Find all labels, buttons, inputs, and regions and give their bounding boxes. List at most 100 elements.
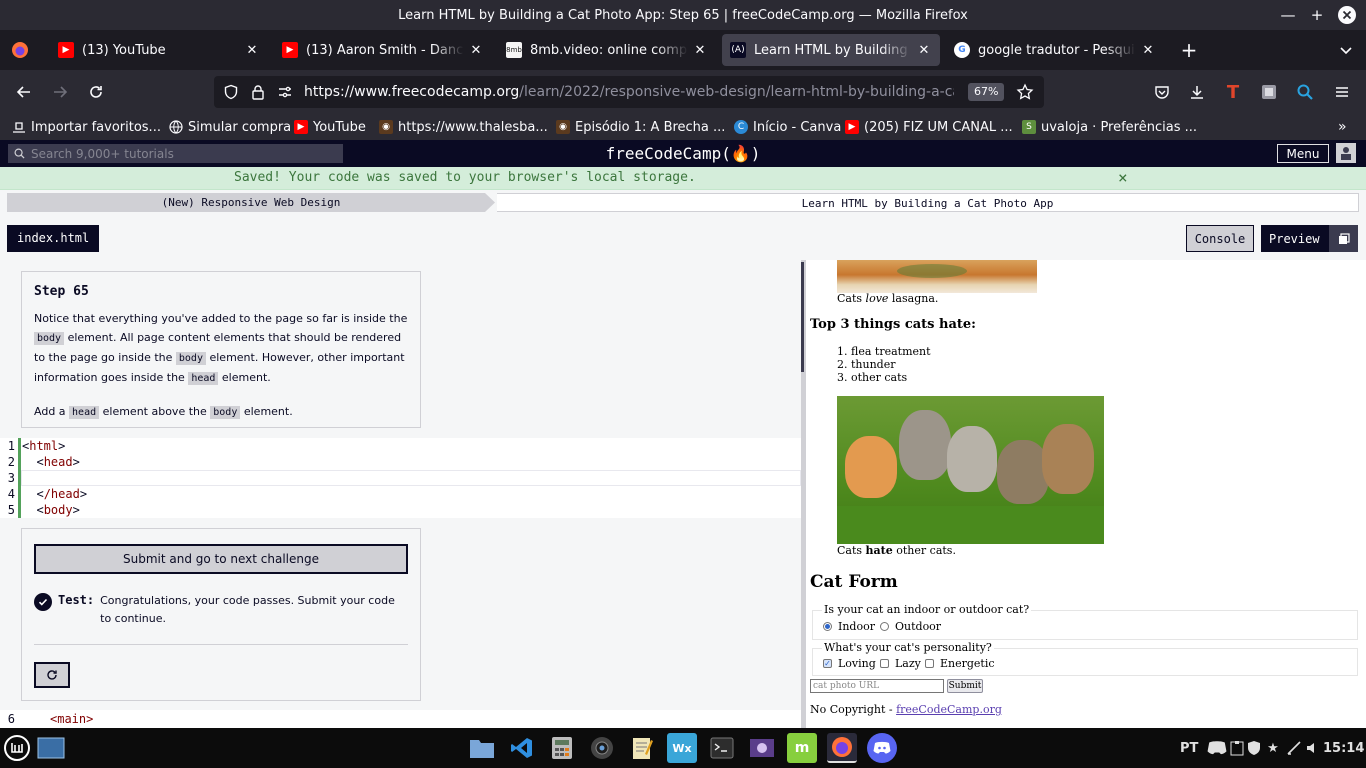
radio-checked[interactable] <box>823 622 832 631</box>
bookmark-fiz-um-canal[interactable]: ▶ (205) FIZ UM CANAL ... <box>845 118 1013 136</box>
checkbox-unchecked[interactable] <box>880 659 889 668</box>
video-app[interactable] <box>747 733 777 763</box>
wps-app[interactable]: Wx <box>667 733 697 763</box>
tab-8mb-video[interactable]: 8mb 8mb.video: online compress ✕ <box>498 34 716 66</box>
zoom-level[interactable]: 67% <box>968 83 1005 101</box>
tab-youtube[interactable]: ▶ (13) YouTube ✕ <box>50 34 268 66</box>
tab-close-icon[interactable]: ✕ <box>692 43 708 58</box>
file-tab-index-html[interactable]: index.html <box>7 225 100 252</box>
vscode-app[interactable] <box>507 733 537 763</box>
code-line[interactable]: 3 <box>0 470 801 486</box>
preview-pane: Cats love lasagna. Top 3 things cats hat… <box>806 260 1366 728</box>
scrollbar-thumb[interactable] <box>801 262 804 372</box>
divider <box>34 644 408 645</box>
user-avatar[interactable] <box>1336 143 1356 163</box>
extension-photo-button[interactable] <box>1255 78 1283 106</box>
files-app[interactable] <box>467 733 497 763</box>
text-editor-app[interactable] <box>627 733 657 763</box>
tab-close-icon[interactable]: ✕ <box>468 43 484 58</box>
preview-label: Preview <box>1269 231 1320 246</box>
app-menu-button[interactable] <box>1328 78 1356 106</box>
pocket-button[interactable] <box>1148 78 1176 106</box>
maximize-button[interactable]: + <box>1302 0 1332 30</box>
code-editor[interactable]: 1 <html> 2 <head> 3 4 </head> 5 <body> <box>0 438 801 518</box>
mint-menu-button[interactable] <box>2 733 32 763</box>
network-tray-icon[interactable] <box>1285 738 1303 758</box>
mint-update-app[interactable]: m <box>787 733 817 763</box>
breadcrumb-block[interactable]: Learn HTML by Building a Cat Photo App <box>497 193 1359 212</box>
code-line[interactable]: 5 <body> <box>0 502 801 518</box>
more-bookmarks-button[interactable]: » <box>1338 118 1347 136</box>
clipboard-tray-icon[interactable] <box>1229 738 1245 758</box>
webcam-app[interactable] <box>587 733 617 763</box>
code-line[interactable]: 1 <html> <box>0 438 801 454</box>
fcc-link[interactable]: freeCodeCamp.org <box>896 703 1002 716</box>
clock[interactable]: 15:14 <box>1323 738 1364 758</box>
pocket-icon <box>1155 86 1169 99</box>
bookmark-uvaloja[interactable]: S uvaloja · Preferências ... <box>1022 118 1197 136</box>
downloads-button[interactable] <box>1183 78 1211 106</box>
terminal-app[interactable] <box>707 733 737 763</box>
list-all-tabs-button[interactable] <box>1332 36 1360 64</box>
tab-strip: ▶ (13) YouTube ✕ ▶ (13) Aaron Smith - Da… <box>0 30 1366 70</box>
code-line[interactable]: 4 </head> <box>0 486 801 502</box>
new-tab-button[interactable]: + <box>1175 36 1203 64</box>
bookmark-canva[interactable]: C Início - Canva <box>734 118 841 136</box>
indoor-radio[interactable]: Indoor <box>823 620 875 633</box>
bookmark-star-icon[interactable] <box>1016 83 1034 101</box>
form-submit-button[interactable]: Submit <box>947 679 983 693</box>
submit-next-challenge-button[interactable]: Submit and go to next challenge <box>34 544 408 574</box>
popout-icon[interactable] <box>1329 225 1358 252</box>
breadcrumb-superblock[interactable]: (New) Responsive Web Design <box>7 193 495 212</box>
close-window-button[interactable] <box>1332 0 1362 30</box>
bookmark-simular-compra[interactable]: Simular compra <box>169 118 291 136</box>
url-bar[interactable]: https://www.freecodecamp.org/learn/2022/… <box>214 76 1044 108</box>
fcc-menu-button[interactable]: Menu <box>1277 144 1329 163</box>
fcc-search-input[interactable] <box>31 146 331 161</box>
firefox-view-button[interactable] <box>6 36 34 64</box>
forward-button[interactable] <box>46 78 74 106</box>
kittens-caption: Cats hate other cats. <box>837 544 956 557</box>
checkbox-checked[interactable]: ✓ <box>823 659 832 668</box>
calculator-app[interactable] <box>547 733 577 763</box>
firefox-app[interactable] <box>827 733 857 763</box>
extension-t-button[interactable]: T <box>1219 78 1247 106</box>
radio-unchecked[interactable] <box>880 622 889 631</box>
outdoor-radio[interactable]: Outdoor <box>880 620 941 633</box>
star-tray-icon[interactable]: ★ <box>1265 738 1281 758</box>
energetic-checkbox[interactable]: Energetic <box>925 657 995 670</box>
extension-search-button[interactable] <box>1291 78 1319 106</box>
code-line[interactable]: 2 <head> <box>0 454 801 470</box>
flash-close-icon[interactable]: × <box>1118 167 1128 190</box>
youtube-icon: ▶ <box>58 42 74 58</box>
code-line[interactable]: 6 <main> <box>0 710 801 728</box>
volume-tray-icon[interactable] <box>1305 738 1321 758</box>
tab-close-icon[interactable]: ✕ <box>916 43 932 58</box>
loving-checkbox[interactable]: ✓ Loving <box>823 657 876 670</box>
url-text[interactable]: https://www.freecodecamp.org/learn/2022/… <box>304 76 954 108</box>
reload-button[interactable] <box>82 78 110 106</box>
bookmark-episodio-1[interactable]: ◉ Episódio 1: A Brecha ... <box>556 118 725 136</box>
keyboard-layout[interactable]: PT <box>1180 738 1198 758</box>
tab-close-icon[interactable]: ✕ <box>244 43 260 58</box>
back-button[interactable] <box>10 78 38 106</box>
shield-tray-icon[interactable] <box>1246 738 1262 758</box>
console-button[interactable]: Console <box>1186 225 1254 252</box>
tab-aaron-smith[interactable]: ▶ (13) Aaron Smith - Dancin (K ✕ <box>274 34 492 66</box>
cat-photo-url-input[interactable] <box>810 679 944 693</box>
bookmark-thalesba[interactable]: ◉ https://www.thalesba... <box>379 118 548 136</box>
discord-tray-icon[interactable] <box>1207 738 1227 758</box>
discord-app[interactable] <box>867 733 897 763</box>
checkbox-unchecked[interactable] <box>925 659 934 668</box>
lazy-checkbox[interactable]: Lazy <box>880 657 921 670</box>
tab-freecodecamp[interactable]: (A) Learn HTML by Building a Ca ✕ <box>722 34 940 66</box>
tab-close-icon[interactable]: ✕ <box>1140 43 1156 58</box>
tab-google-tradutor[interactable]: G google tradutor - Pesquisa G ✕ <box>946 34 1164 66</box>
minimize-button[interactable]: — <box>1273 0 1303 30</box>
reset-button[interactable] <box>34 662 70 688</box>
bookmark-importar[interactable]: Importar favoritos... <box>12 118 161 136</box>
avatar-icon <box>1341 147 1351 160</box>
show-desktop-button[interactable] <box>36 733 66 763</box>
preview-button[interactable]: Preview <box>1261 225 1358 252</box>
bookmark-youtube[interactable]: ▶ YouTube <box>294 118 366 136</box>
